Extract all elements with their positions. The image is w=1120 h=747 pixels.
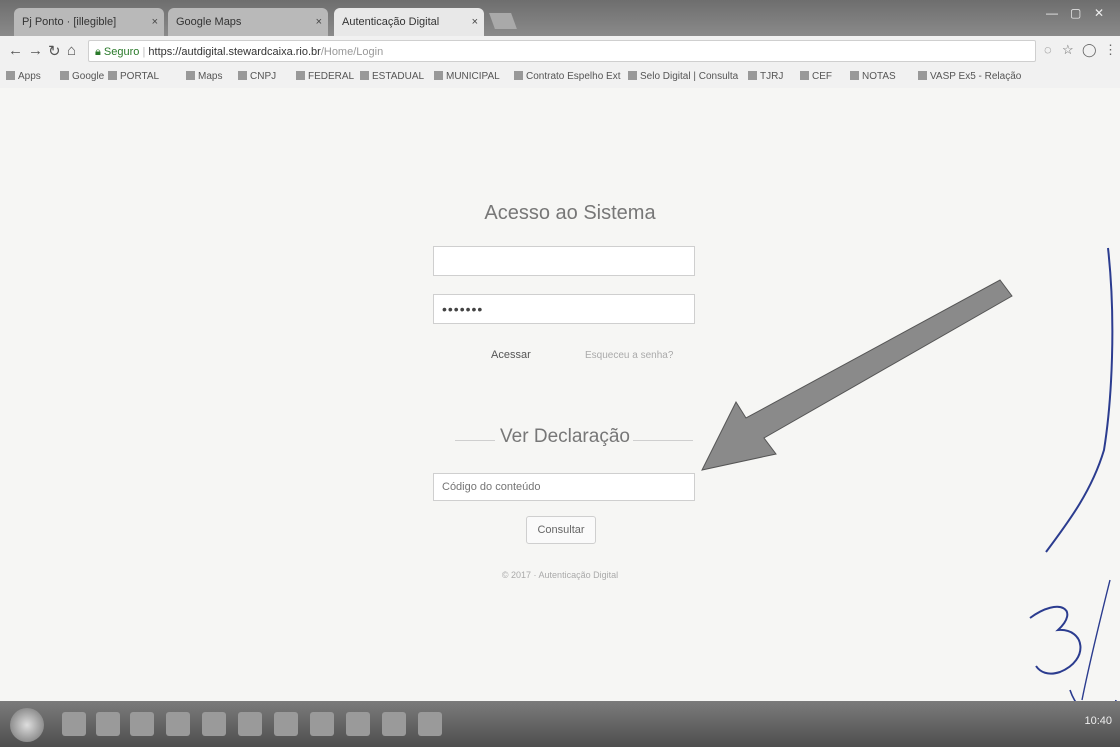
bookmarks-bar: Apps Google PORTAL Maps CNPJ FEDERAL ESTADUAL M… xyxy=(0,66,1120,89)
tray-clock[interactable]: 10:40 xyxy=(1084,715,1112,727)
consult-button[interactable]: Consultar xyxy=(526,516,596,544)
submit-button[interactable]: Acessar xyxy=(491,349,531,361)
bookmark-label: Apps xyxy=(18,71,41,82)
taskbar-app-5[interactable] xyxy=(202,712,226,736)
bookmark-label: PORTAL xyxy=(120,71,160,82)
declaration-title: Ver Declaração xyxy=(500,426,630,447)
tab-1[interactable]: Pj Ponto · [illegible] × xyxy=(14,8,164,36)
forgot-password-link[interactable]: Esqueceu a senha? xyxy=(585,350,673,361)
taskbar-app-explorer[interactable] xyxy=(62,712,86,736)
bookmark-label: MUNICIPAL xyxy=(446,71,500,82)
browser-tab-strip: Pj Ponto · [illegible] × Google Maps × A… xyxy=(0,0,1120,36)
taskbar-app-media[interactable] xyxy=(96,712,120,736)
bookmark-label: Contrato Espelho Ext xyxy=(526,71,621,82)
tab-3-active[interactable]: Autenticação Digital × xyxy=(334,8,484,36)
bookmark-icon xyxy=(360,71,369,80)
star-icon[interactable]: ☆ xyxy=(1062,42,1074,58)
bookmark-item[interactable]: TJRJ xyxy=(748,71,783,82)
page-content: Acesso ao Sistema ••••••• Acessar Esquec… xyxy=(0,88,1120,701)
minimize-icon[interactable]: — xyxy=(1046,6,1058,20)
bookmark-icon xyxy=(850,71,859,80)
bookmark-label: NOTAS xyxy=(862,71,896,82)
bookmark-icon xyxy=(6,71,15,80)
reload-icon[interactable]: ↻ xyxy=(48,42,61,60)
bookmark-label: TJRJ xyxy=(760,71,784,82)
taskbar-app-11[interactable] xyxy=(418,712,442,736)
tab-1-label: Pj Ponto · [illegible] xyxy=(22,16,117,28)
password-field[interactable]: ••••••• xyxy=(433,294,695,324)
secure-label: Seguro xyxy=(103,46,140,58)
tab-3-label: Autenticação Digital xyxy=(342,16,440,28)
bookmark-item[interactable]: Selo Digital | Consulta xyxy=(628,71,738,82)
bookmark-icon xyxy=(514,71,523,80)
taskbar-app-6[interactable] xyxy=(238,712,262,736)
tab-2[interactable]: Google Maps × xyxy=(168,8,328,36)
bookmark-label: CNPJ xyxy=(250,71,277,82)
back-icon[interactable]: ← xyxy=(8,42,23,59)
start-button[interactable] xyxy=(10,708,44,742)
bookmark-item[interactable]: Google xyxy=(60,71,104,82)
bookmark-item[interactable]: Contrato Espelho Ext xyxy=(514,71,621,82)
forward-icon[interactable]: → xyxy=(28,42,43,59)
bookmark-icon xyxy=(628,71,637,80)
password-mask: ••••••• xyxy=(442,301,484,317)
bookmark-icon xyxy=(238,71,247,80)
bookmark-icon xyxy=(296,71,305,80)
new-tab-button[interactable] xyxy=(489,13,517,29)
bookmark-label: Selo Digital | Consulta xyxy=(640,71,739,82)
bookmark-label: Google xyxy=(72,71,105,82)
profile-icon[interactable]: ◯ xyxy=(1082,42,1097,58)
bookmark-item[interactable]: Maps xyxy=(186,71,222,82)
code-input[interactable] xyxy=(433,473,695,501)
address-bar[interactable]: 🔒︎ Seguro | https://autdigital.stewardca… xyxy=(88,40,1036,62)
bookmark-label: ESTADUAL xyxy=(372,71,425,82)
taskbar-app-4[interactable] xyxy=(166,712,190,736)
bookmark-item[interactable]: PORTAL xyxy=(108,71,159,82)
maximize-icon[interactable]: ▢ xyxy=(1070,6,1081,20)
divider-left xyxy=(455,440,495,441)
bookmark-icon xyxy=(108,71,117,80)
url-path: /Home/Login xyxy=(320,46,384,58)
bookmark-label: CEF xyxy=(812,71,832,82)
bookmark-item[interactable]: VASP Ex5 - Relação xyxy=(918,71,1021,82)
windows-taskbar: 10:40 xyxy=(0,701,1120,747)
taskbar-app-10[interactable] xyxy=(382,712,406,736)
bookmark-icon xyxy=(748,71,757,80)
divider-right xyxy=(633,440,693,441)
tab-close-icon[interactable]: × xyxy=(472,8,478,36)
browser-toolbar: ← → ↻ ⌂ 🔒︎ Seguro | https://autdigital.s… xyxy=(0,36,1120,67)
bookmark-label: VASP Ex5 - Relação xyxy=(930,71,1022,82)
username-field[interactable] xyxy=(433,246,695,276)
bookmark-item[interactable]: CEF xyxy=(800,71,832,82)
extension-icon[interactable]: ◌ xyxy=(1044,42,1052,57)
tab-close-icon[interactable]: × xyxy=(316,8,322,36)
tab-close-icon[interactable]: × xyxy=(152,8,158,36)
bookmark-item[interactable]: ESTADUAL xyxy=(360,71,424,82)
bookmark-item[interactable]: FEDERAL xyxy=(296,71,354,82)
home-icon[interactable]: ⌂ xyxy=(67,42,76,59)
login-title: Acesso ao Sistema xyxy=(484,202,656,224)
lock-icon: 🔒︎ xyxy=(95,46,104,58)
bookmark-icon xyxy=(60,71,69,80)
bookmark-item[interactable]: MUNICIPAL xyxy=(434,71,500,82)
menu-icon[interactable]: ⋮ xyxy=(1104,42,1117,58)
bookmark-icon xyxy=(918,71,927,80)
tab-2-label: Google Maps xyxy=(176,16,242,28)
bookmark-item[interactable]: Apps xyxy=(6,71,41,82)
url-host: https://autdigital.stewardcaixa.rio.br xyxy=(148,46,321,58)
bookmark-icon xyxy=(434,71,443,80)
taskbar-app-9[interactable] xyxy=(346,712,370,736)
copyright: © 2017 · Autenticação Digital xyxy=(501,570,619,580)
bookmark-item[interactable]: NOTAS xyxy=(850,71,896,82)
bookmark-label: Maps xyxy=(198,71,223,82)
taskbar-app-chrome[interactable] xyxy=(130,712,154,736)
taskbar-app-8[interactable] xyxy=(310,712,334,736)
taskbar-app-7[interactable] xyxy=(274,712,298,736)
bookmark-item[interactable]: CNPJ xyxy=(238,71,276,82)
bookmark-icon xyxy=(800,71,809,80)
bookmark-label: FEDERAL xyxy=(308,71,355,82)
bookmark-icon xyxy=(186,71,195,80)
window-close-icon[interactable]: ✕ xyxy=(1094,6,1104,20)
